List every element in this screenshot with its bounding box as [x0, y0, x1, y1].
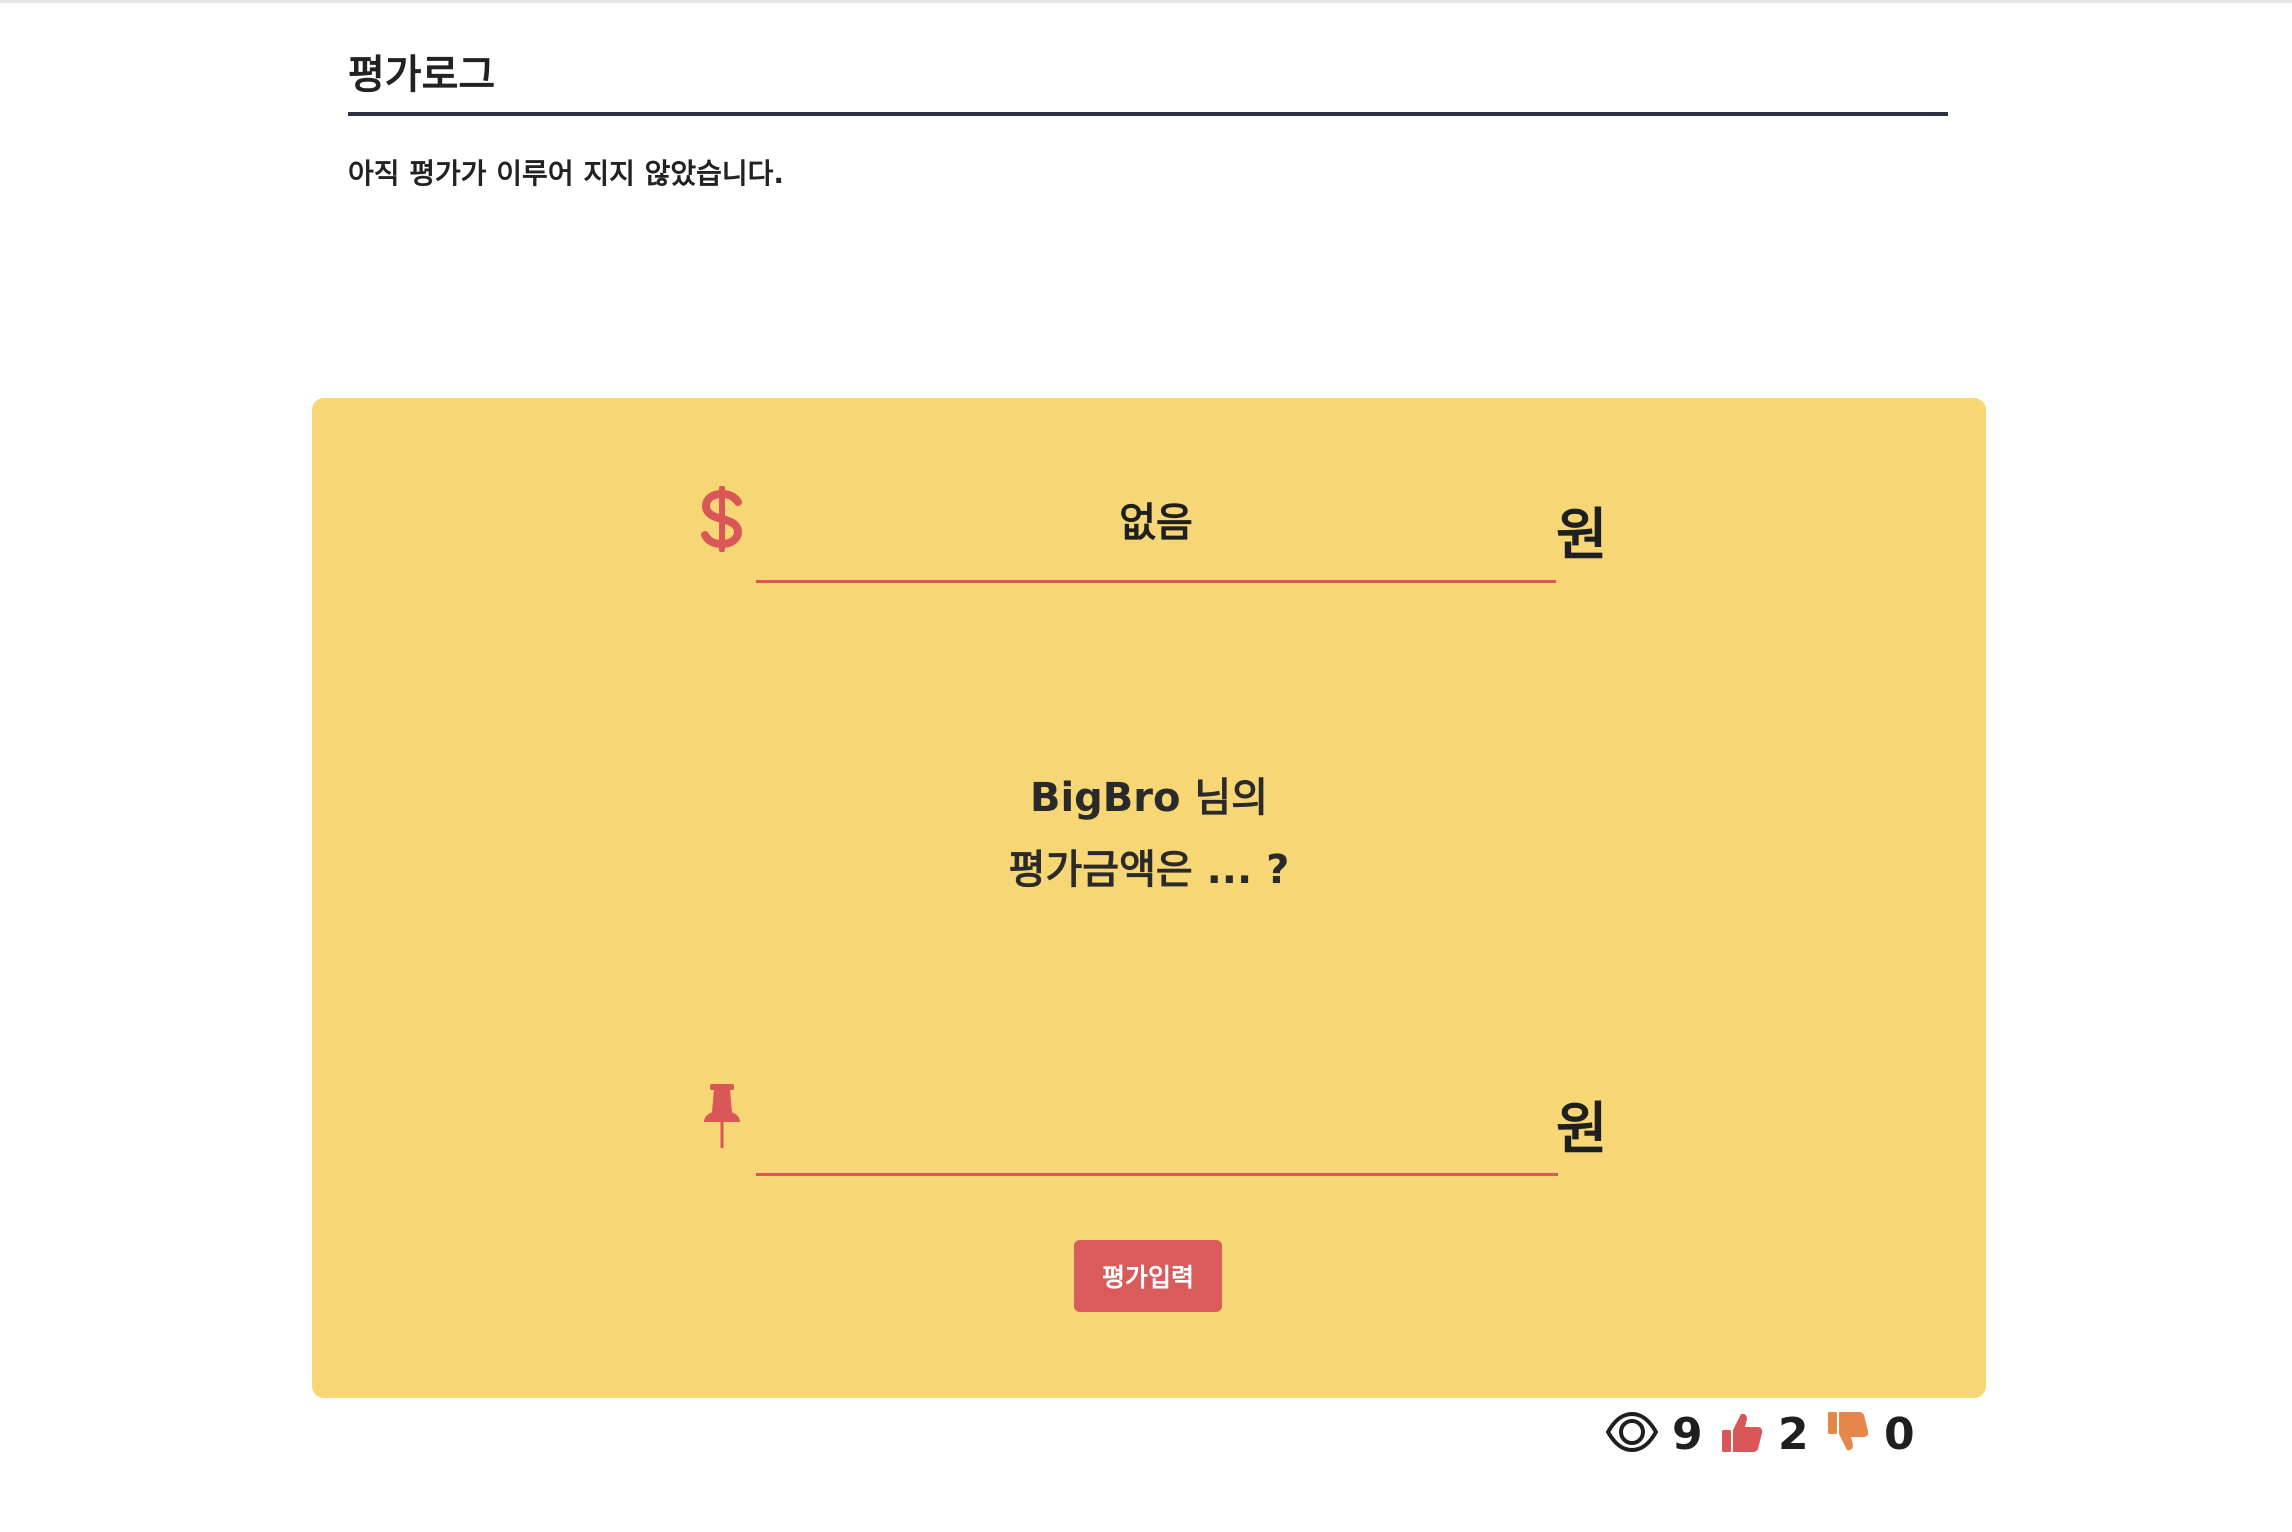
question-line-2: 평가금액은 ... ?: [1008, 847, 1290, 893]
current-value-unit: 원: [1556, 503, 1608, 568]
submit-evaluation-button[interactable]: 평가입력: [1074, 1240, 1222, 1312]
top-divider: [0, 0, 2292, 3]
current-value-underline: [756, 580, 1556, 583]
likes-count: 2: [1778, 1408, 1809, 1460]
current-value: 없음: [1119, 500, 1193, 546]
evaluation-input-unit: 원: [1556, 1097, 1608, 1162]
evaluation-amount-input[interactable]: [756, 1088, 1558, 1168]
views-stat: 9: [1605, 1408, 1706, 1460]
thumbs-up-icon[interactable]: [1720, 1410, 1764, 1458]
log-empty-message: 아직 평가가 이루어 지지 않았습니다.: [348, 157, 785, 190]
question-line-1: BigBro 님의: [1029, 775, 1269, 821]
dislikes-stat[interactable]: 0: [1826, 1409, 1918, 1460]
likes-stat[interactable]: 2: [1720, 1409, 1812, 1460]
evaluation-card: 없음 원 BigBro 님의 평가금액은 ... ? 원 평가입력: [312, 398, 1986, 1398]
dislikes-count: 0: [1884, 1408, 1915, 1460]
log-title-divider: [348, 112, 1948, 116]
evaluation-question: BigBro 님의 평가금액은 ... ?: [312, 762, 1986, 906]
pushpin-icon: [700, 1082, 744, 1152]
evaluation-input-underline: [756, 1173, 1558, 1176]
log-title: 평가로그: [348, 52, 496, 98]
evaluation-log-section: 평가로그 아직 평가가 이루어 지지 않았습니다.: [348, 50, 1948, 192]
eye-icon: [1605, 1411, 1659, 1456]
views-count: 9: [1672, 1408, 1703, 1460]
dollar-icon: [700, 485, 744, 556]
thumbs-down-icon[interactable]: [1826, 1410, 1870, 1458]
stats-bar: 9 2 0: [1605, 1406, 1932, 1462]
